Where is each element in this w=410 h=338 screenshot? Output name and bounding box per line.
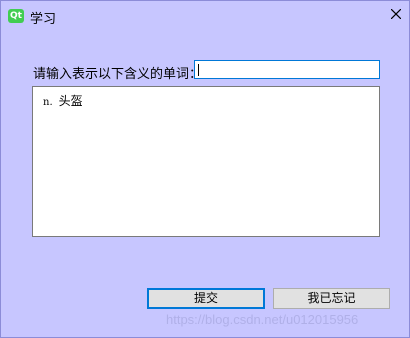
prompt-label: 请输入表示以下含义的单词： bbox=[33, 67, 203, 82]
meaning-display: n. 头盔 bbox=[32, 86, 380, 237]
submit-button[interactable]: 提交 bbox=[147, 288, 265, 309]
close-button[interactable] bbox=[383, 3, 409, 27]
qt-logo-icon: Qt bbox=[8, 9, 24, 23]
word-input[interactable] bbox=[194, 60, 380, 79]
title-bar: Qt 学习 bbox=[1, 1, 409, 32]
part-of-speech: n. bbox=[43, 97, 53, 108]
dialog-window: Qt 学习 请输入表示以下含义的单词： n. 头盔 提交 我已忘记 https:/… bbox=[0, 0, 410, 338]
meaning-entry: n. 头盔 bbox=[43, 92, 83, 109]
text-caret bbox=[198, 64, 199, 76]
forgot-button[interactable]: 我已忘记 bbox=[273, 288, 390, 309]
meaning-definition: 头盔 bbox=[58, 94, 83, 108]
close-icon bbox=[391, 9, 401, 19]
window-title: 学习 bbox=[30, 12, 57, 27]
watermark-text: https://blog.csdn.net/u012015956 bbox=[166, 312, 359, 327]
